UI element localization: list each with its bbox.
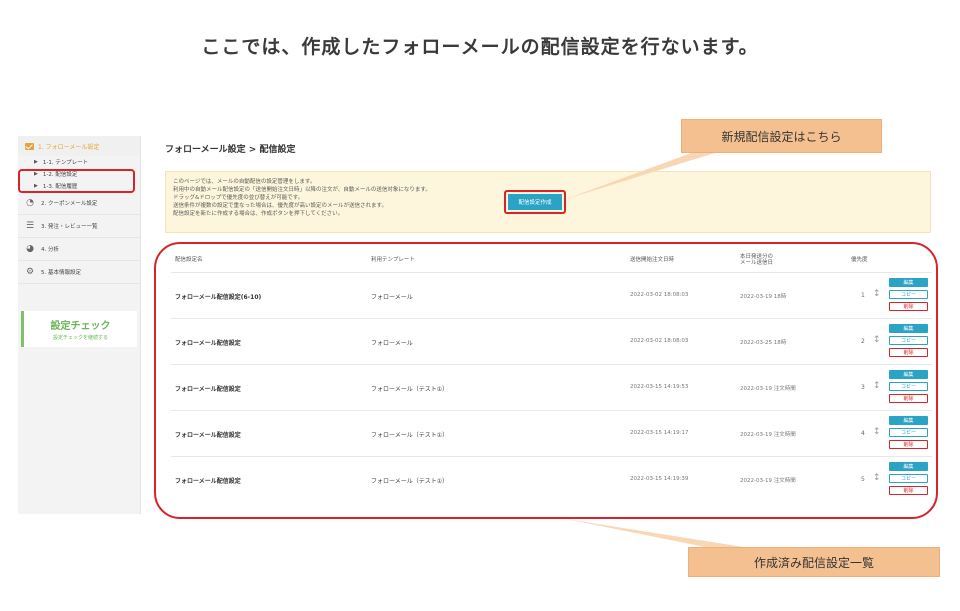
highlight-ring-create-button: 配信設定作成: [504, 190, 566, 214]
highlight-ring-delivery-settings: [18, 169, 135, 193]
callout-created-list: 作成済み配信設定一覧: [688, 547, 940, 577]
settings-check-subtitle: 設定チェックを継続する: [52, 335, 108, 341]
callout-pointer-list: [566, 519, 750, 548]
sidebar-item-basic-info[interactable]: ⚙ 5. 基本情報設定: [18, 261, 140, 284]
callout-new-setting: 新規配信設定はこちら: [681, 119, 882, 153]
settings-check-card[interactable]: 設定チェック 設定チェックを継続する: [21, 311, 137, 347]
chevron-right-icon: ▶: [34, 159, 38, 165]
sidebar-item-analytics[interactable]: ◕ 4. 分析: [18, 238, 140, 261]
sidebar-item-follow-mail[interactable]: 1. フォローメール設定: [18, 136, 140, 156]
create-delivery-setting-button[interactable]: 配信設定作成: [508, 194, 562, 210]
pie-chart-icon: ◕: [26, 244, 34, 254]
sidebar-item-orders-reviews[interactable]: ☰ 3. 発注・レビュー一覧: [18, 215, 140, 238]
highlight-ring-table: [154, 242, 938, 519]
sidebar-subitem-template[interactable]: ▶ 1-1. テンプレート: [18, 156, 140, 168]
app-screenshot: 1. フォローメール設定 ▶ 1-1. テンプレート ▶ 1-2. 配信設定 ▶…: [18, 136, 942, 519]
mail-icon: [25, 142, 34, 150]
list-icon: ☰: [25, 221, 35, 231]
page-title: フォローメール設定 > 配信設定: [165, 145, 296, 155]
slide-title: ここでは、作成したフォローメールの配信設定を行ないます。: [201, 36, 759, 58]
coupon-icon: ◔: [26, 198, 34, 208]
sidebar: 1. フォローメール設定 ▶ 1-1. テンプレート ▶ 1-2. 配信設定 ▶…: [18, 136, 141, 514]
settings-check-title: 設定チェック: [50, 321, 111, 332]
notice-line: このページでは、メールの自動配信の設定管理をします。: [173, 179, 316, 185]
gear-icon: ⚙: [25, 267, 35, 277]
sidebar-item-coupon-mail[interactable]: ◔ 2. クーポンメール設定: [18, 192, 140, 215]
